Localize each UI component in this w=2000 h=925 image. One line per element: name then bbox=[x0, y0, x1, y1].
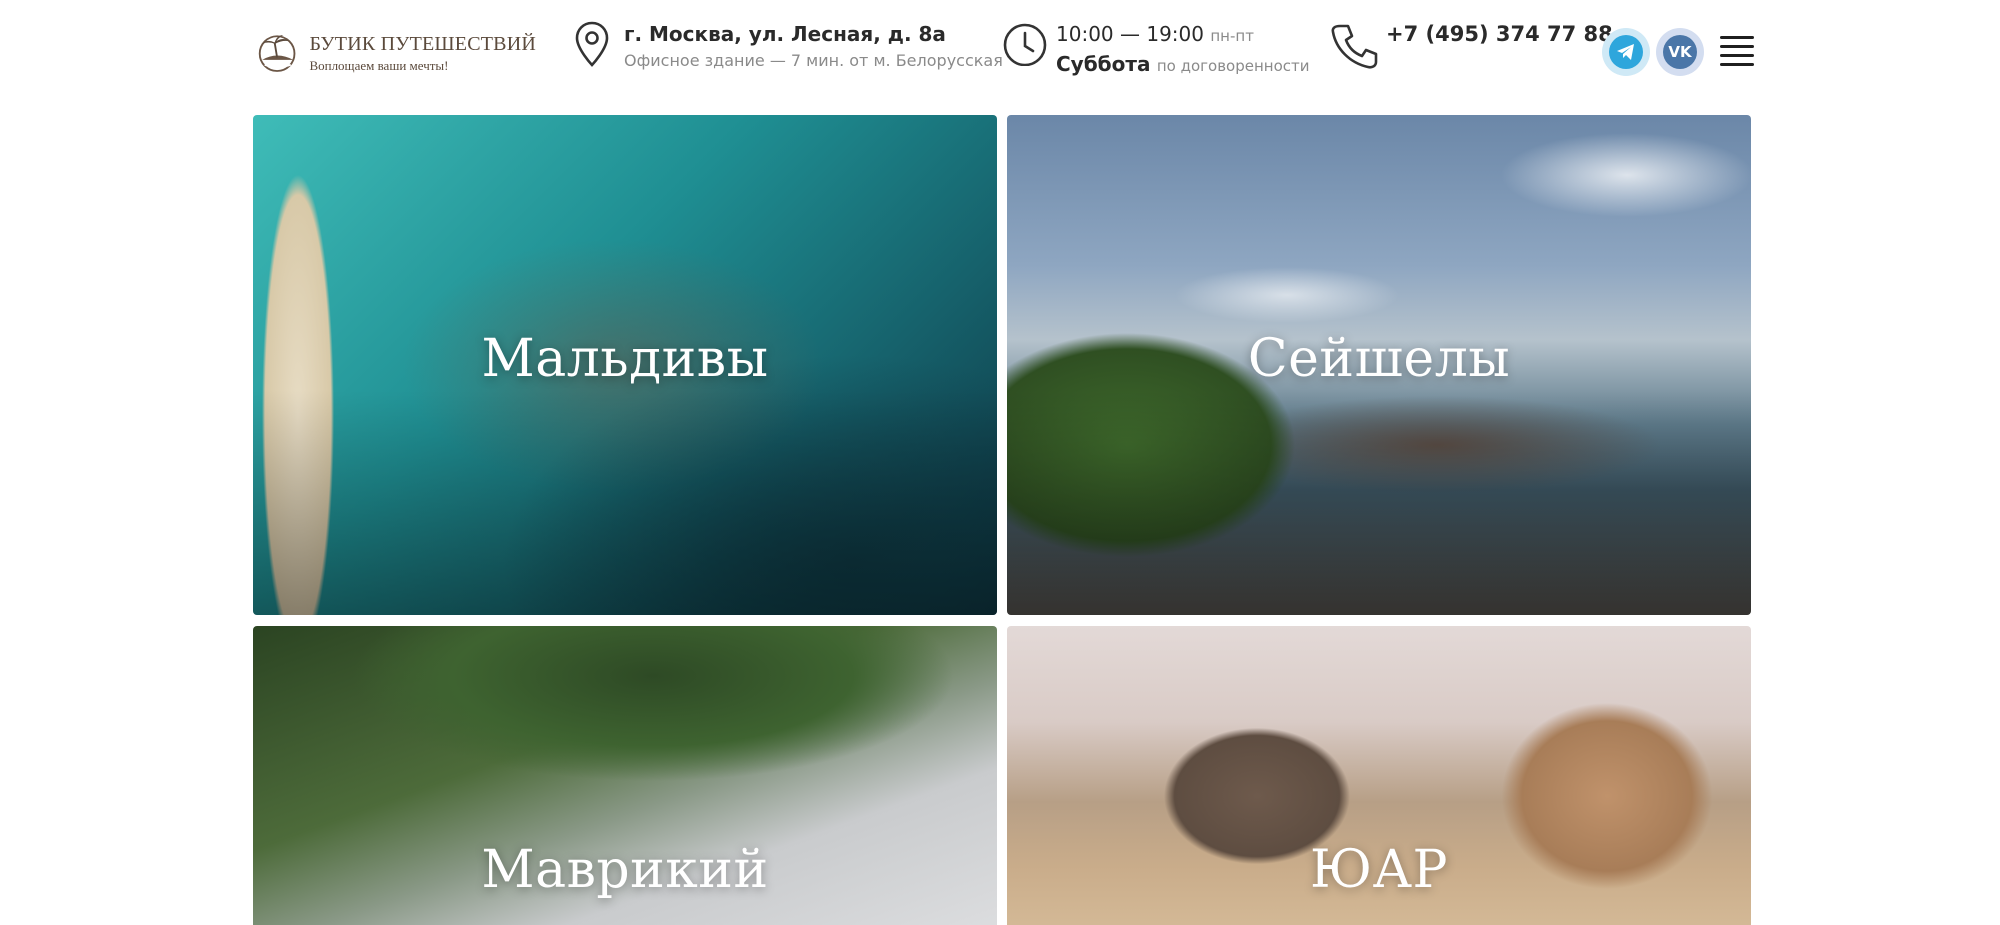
vk-button[interactable]: VK bbox=[1656, 28, 1704, 76]
saturday-label: Суббота bbox=[1056, 52, 1151, 76]
telegram-button[interactable] bbox=[1602, 28, 1650, 76]
hamburger-menu-icon[interactable] bbox=[1720, 36, 1754, 66]
destination-label: ЮАР bbox=[1310, 840, 1448, 900]
destination-tile-seychelles[interactable]: Сейшелы bbox=[1007, 115, 1751, 615]
destination-tile-mauritius[interactable]: Маврикий bbox=[253, 626, 997, 925]
destination-label: Мальдивы bbox=[481, 329, 769, 389]
phone-icon bbox=[1331, 24, 1378, 69]
clock-icon bbox=[1003, 23, 1047, 66]
phone-number[interactable]: +7 (495) 374 77 88 bbox=[1386, 20, 1613, 48]
working-hours-block: 10:00 — 19:00 пн-пт Суббота по договорен… bbox=[1002, 20, 1310, 80]
vk-icon: VK bbox=[1663, 35, 1697, 69]
vk-icon-text: VK bbox=[1668, 43, 1692, 61]
site-header: БУТИК ПУТЕШЕСТВИЙ Воплощаем ваши мечты! … bbox=[0, 0, 2000, 112]
destination-label: Сейшелы bbox=[1247, 329, 1511, 389]
phone-block[interactable]: +7 (495) 374 77 88 bbox=[1330, 20, 1613, 72]
brand-title: БУТИК ПУТЕШЕСТВИЙ bbox=[309, 32, 536, 55]
destination-label: Маврикий bbox=[481, 840, 769, 900]
destination-tile-maldives[interactable]: Мальдивы bbox=[253, 115, 997, 615]
saturday-note: по договоренности bbox=[1156, 57, 1310, 75]
telegram-icon bbox=[1617, 44, 1634, 60]
brand-tagline: Воплощаем ваши мечты! bbox=[309, 57, 449, 73]
hours-time: 10:00 — 19:00 bbox=[1056, 22, 1204, 46]
brand-logo[interactable]: БУТИК ПУТЕШЕСТВИЙ Воплощаем ваши мечты! bbox=[256, 20, 536, 86]
hours-days: пн-пт bbox=[1210, 27, 1254, 45]
location-pin-icon bbox=[575, 21, 609, 67]
address-block: г. Москва, ул. Лесная, д. 8а Офисное зда… bbox=[574, 20, 1003, 74]
palm-sun-logo-icon bbox=[258, 35, 296, 72]
address-sub: Офисное здание — 7 мин. от м. Белорусска… bbox=[624, 51, 1003, 70]
destination-tile-south-africa[interactable]: ЮАР bbox=[1007, 626, 1751, 925]
address-main: г. Москва, ул. Лесная, д. 8а bbox=[624, 22, 946, 46]
